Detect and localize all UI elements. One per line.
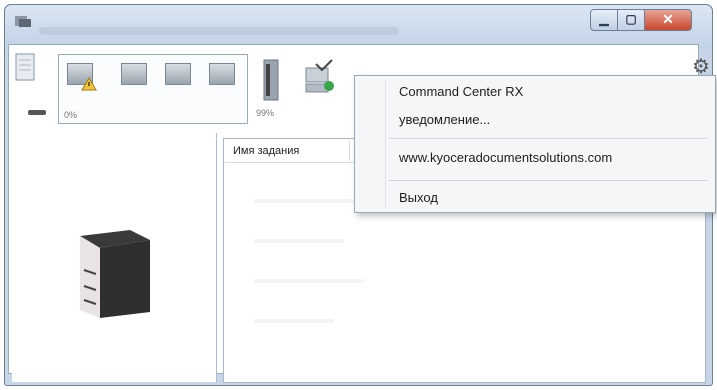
warning-icon xyxy=(81,77,97,91)
app-icon xyxy=(15,16,31,27)
menu-separator xyxy=(389,138,707,139)
menu-item-exit[interactable]: Выход xyxy=(399,190,438,205)
minimize-button[interactable]: ▁ xyxy=(590,9,618,31)
menu-item-command-center[interactable]: Command Center RX xyxy=(399,84,523,99)
column-separator[interactable] xyxy=(349,141,350,161)
context-menu: Command Center RX уведомление... www.kyo… xyxy=(354,75,716,213)
window-title xyxy=(39,27,399,35)
paper-level-text: 0% xyxy=(64,110,78,120)
pane-divider[interactable] xyxy=(216,133,217,383)
tray-icon xyxy=(165,63,191,85)
list-item xyxy=(254,279,364,283)
printer-icon xyxy=(80,230,150,318)
list-item xyxy=(254,239,344,243)
list-item xyxy=(254,319,334,323)
maximize-button[interactable]: ▢ xyxy=(617,9,645,31)
tray-icon xyxy=(121,63,147,85)
menu-gutter xyxy=(385,80,386,208)
menu-item-notification[interactable]: уведомление... xyxy=(399,112,490,127)
page-icon[interactable] xyxy=(14,52,38,92)
menu-separator xyxy=(389,180,707,181)
title-bar[interactable]: ▁ ▢ ✕ xyxy=(5,5,712,49)
column-job-name[interactable]: Имя задания xyxy=(233,145,299,157)
toner-level-text: 99% xyxy=(256,108,275,118)
maximize-icon: ▢ xyxy=(625,12,637,26)
menu-item-website[interactable]: www.kyoceradocumentsolutions.com xyxy=(399,150,612,165)
close-button[interactable]: ✕ xyxy=(644,9,692,31)
close-icon: ✕ xyxy=(662,11,674,27)
toner-icon[interactable] xyxy=(260,58,282,104)
minimize-icon: ▁ xyxy=(599,12,609,26)
status-indicator xyxy=(28,110,46,115)
status-check-icon[interactable] xyxy=(302,58,336,98)
tray-icon xyxy=(209,63,235,85)
paper-tray-panel[interactable] xyxy=(58,54,248,124)
